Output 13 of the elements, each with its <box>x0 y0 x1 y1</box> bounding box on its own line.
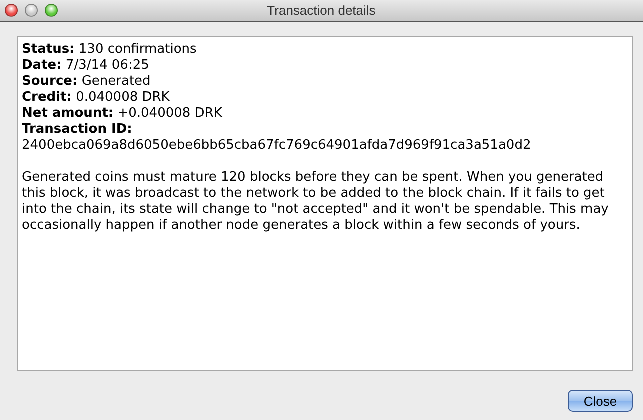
window-title: Transaction details <box>267 3 376 18</box>
zoom-icon[interactable] <box>45 4 58 17</box>
detail-line: 2400ebca069a8d6050ebe6bb65cba67fc769c64901afda7d969f91ca3a51a0d2 <box>22 138 532 154</box>
minimize-icon[interactable] <box>25 4 38 17</box>
detail-line: Credit: 0.040008 DRK <box>22 90 170 106</box>
detail-line: Date: 7/3/14 06:25 <box>22 58 150 74</box>
detail-line: Transaction ID: <box>22 122 132 138</box>
close-icon[interactable] <box>5 4 18 17</box>
note-paragraph: Generated coins must mature 120 blocks before they can be spent. When you generated this block, it was broadcast to the network to be added to the block chain. If it fails to get into the chain, its state will change to "not accepted" and it won't be spendable. This may occasionally happen if another node generates a block within a few seconds of yours. <box>22 170 610 234</box>
detail-line: Status: 130 confirmations <box>22 42 197 58</box>
detail-line: Net amount: +0.040008 DRK <box>22 106 222 122</box>
close-button[interactable]: Close <box>568 390 633 412</box>
detail-line: Source: Generated <box>22 74 151 90</box>
